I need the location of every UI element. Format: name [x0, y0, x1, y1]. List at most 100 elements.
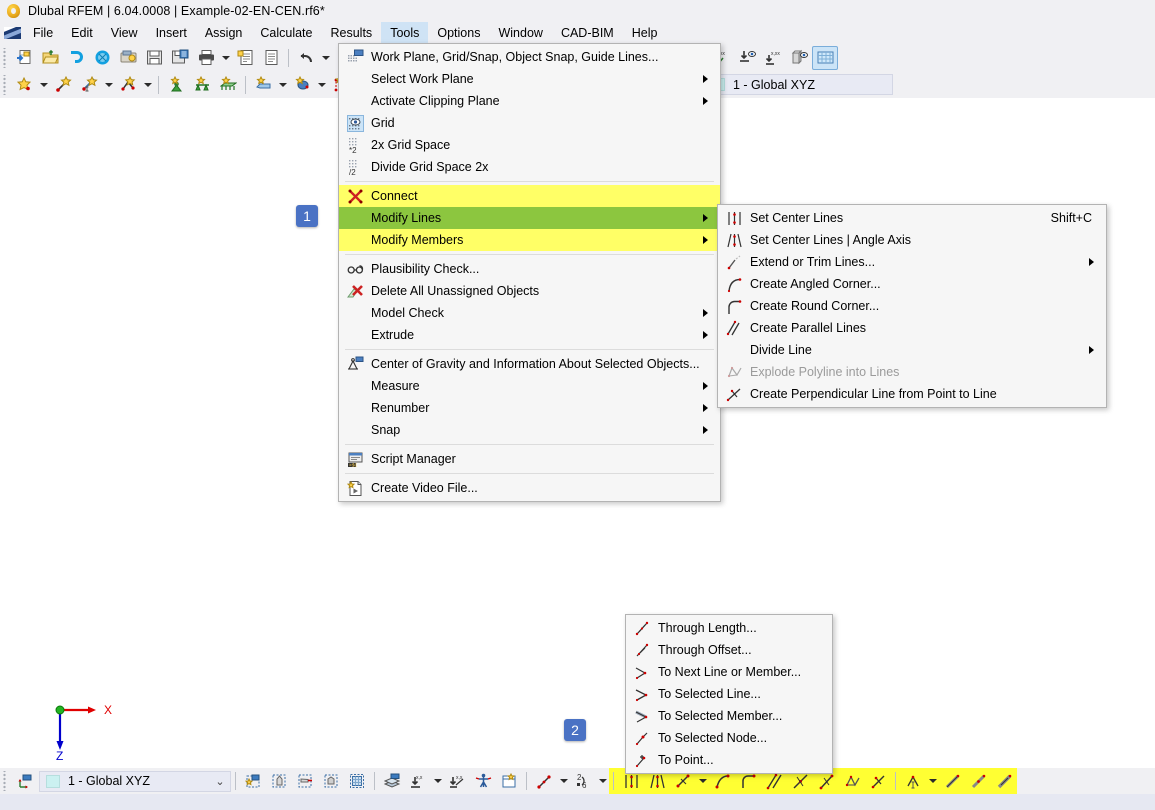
undo-icon[interactable] [293, 46, 319, 70]
lower-coords-icon[interactable]: x,xx [760, 46, 786, 70]
submenu-item-explode-polyline[interactable]: Explode Polyline into Lines [718, 361, 1106, 383]
solid-dropdown[interactable] [315, 73, 328, 97]
menu-item-center-of-gravity[interactable]: Center of Gravity and Information About … [339, 353, 720, 375]
menu-file[interactable]: File [24, 22, 62, 44]
new-line-dim-icon[interactable] [76, 73, 102, 97]
printout-report-icon[interactable] [232, 46, 258, 70]
save-icon[interactable] [141, 46, 167, 70]
menu-results[interactable]: Results [322, 22, 382, 44]
member-divide-2-icon[interactable] [965, 769, 991, 793]
line-dropdown[interactable] [102, 73, 115, 97]
menu-item-divide-grid-space[interactable]: /2 Divide Grid Space 2x [339, 156, 720, 178]
new-model-icon[interactable] [11, 46, 37, 70]
chevron-down-icon[interactable]: ⌄ [210, 775, 230, 788]
print-icon[interactable] [193, 46, 219, 70]
nodal-support-icon[interactable] [163, 73, 189, 97]
new-polyline-icon[interactable] [115, 73, 141, 97]
render-solid-icon[interactable] [786, 46, 812, 70]
menu-item-grid[interactable]: Grid [339, 112, 720, 134]
modify-member-icon[interactable] [900, 769, 926, 793]
point-dropdown[interactable] [557, 769, 570, 793]
new-line-icon[interactable] [50, 73, 76, 97]
submenu-item-create-perpendicular-line[interactable]: Create Perpendicular Line from Point to … [718, 383, 1106, 405]
toolbar-grip[interactable] [2, 75, 10, 95]
menu-item-activate-clipping-plane[interactable]: Activate Clipping Plane [339, 90, 720, 112]
menu-item-measure[interactable]: Measure [339, 375, 720, 397]
line-support-icon[interactable] [189, 73, 215, 97]
select-by-plane-icon[interactable] [292, 769, 318, 793]
menu-edit[interactable]: Edit [62, 22, 102, 44]
menu-item-select-work-plane[interactable]: Select Work Plane [339, 68, 720, 90]
menu-view[interactable]: View [102, 22, 147, 44]
modify-member-dropdown[interactable] [926, 769, 939, 793]
submenu-item-to-point[interactable]: To Point... [626, 749, 832, 771]
coord-system-icon-bottom[interactable] [11, 769, 37, 793]
new-solid-icon[interactable] [289, 73, 315, 97]
submenu-item-to-next-line-or-member[interactable]: To Next Line or Member... [626, 661, 832, 683]
submenu-item-set-center-lines[interactable]: Set Center Lines Shift+C [718, 207, 1106, 229]
menu-item-delete-unassigned[interactable]: Delete All Unassigned Objects [339, 280, 720, 302]
coordinate-system-combo-bottom[interactable]: 1 - Global XYZ ⌄ [39, 771, 231, 792]
menu-item-modify-members[interactable]: Modify Members [339, 229, 720, 251]
submenu-item-set-center-lines-angle-axis[interactable]: Set Center Lines | Angle Axis [718, 229, 1106, 251]
menu-window[interactable]: Window [489, 22, 551, 44]
reload-icon[interactable] [63, 46, 89, 70]
submenu-item-through-length[interactable]: Through Length... [626, 617, 832, 639]
menu-insert[interactable]: Insert [147, 22, 196, 44]
submenu-item-to-selected-line[interactable]: To Selected Line... [626, 683, 832, 705]
print-dropdown[interactable] [219, 46, 232, 70]
document-icon[interactable] [258, 46, 284, 70]
menu-item-model-check[interactable]: Model Check [339, 302, 720, 324]
menu-item-snap[interactable]: Snap [339, 419, 720, 441]
menu-item-2x-grid-space[interactable]: *2 2x Grid Space [339, 134, 720, 156]
submenu-item-through-offset[interactable]: Through Offset... [626, 639, 832, 661]
select-objects-icon[interactable] [240, 769, 266, 793]
menu-item-connect[interactable]: Connect [339, 185, 720, 207]
select-box-icon[interactable] [318, 769, 344, 793]
lower-node-icon[interactable] [734, 46, 760, 70]
layers-icon[interactable] [379, 769, 405, 793]
menu-options[interactable]: Options [428, 22, 489, 44]
menu-item-create-video-file[interactable]: Create Video File... [339, 477, 720, 499]
menu-item-modify-lines[interactable]: Modify Lines [339, 207, 720, 229]
save-all-icon[interactable] [167, 46, 193, 70]
member-divide-3-icon[interactable] [991, 769, 1017, 793]
new-node-icon[interactable] [11, 73, 37, 97]
member-divide-icon[interactable] [939, 769, 965, 793]
save-as-icon[interactable] [115, 46, 141, 70]
menu-item-plausibility-check[interactable]: Plausibility Check... [339, 258, 720, 280]
menu-tools[interactable]: Tools [381, 22, 428, 44]
menu-calculate[interactable]: Calculate [251, 22, 321, 44]
toolbar-grip[interactable] [2, 771, 10, 791]
menu-item-extrude[interactable]: Extrude [339, 324, 720, 346]
menu-cad-bim[interactable]: CAD-BIM [552, 22, 623, 44]
submenu-item-create-round-corner[interactable]: Create Round Corner... [718, 295, 1106, 317]
select-special-icon[interactable] [344, 769, 370, 793]
toolbar-grip[interactable] [2, 48, 10, 68]
visibility-icon[interactable] [470, 769, 496, 793]
render-model-icon[interactable] [89, 46, 115, 70]
lower-selection-icon[interactable]: x,x [405, 769, 431, 793]
menu-item-script-manager[interactable]: >$C Script Manager [339, 448, 720, 470]
explode-polyline-icon[interactable] [839, 769, 865, 793]
submenu-item-to-selected-node[interactable]: To Selected Node... [626, 727, 832, 749]
surface-dropdown[interactable] [276, 73, 289, 97]
select-single-icon[interactable] [266, 769, 292, 793]
set-point-icon[interactable] [531, 769, 557, 793]
submenu-item-create-angled-corner[interactable]: Create Angled Corner... [718, 273, 1106, 295]
menu-assign[interactable]: Assign [196, 22, 252, 44]
submenu-item-to-selected-member[interactable]: To Selected Member... [626, 705, 832, 727]
raise-selection-icon[interactable]: x,x [444, 769, 470, 793]
lower-dropdown[interactable] [431, 769, 444, 793]
surface-support-icon[interactable] [215, 73, 241, 97]
submenu-item-extend-or-trim-lines[interactable]: Extend or Trim Lines... [718, 251, 1106, 273]
create-perpendicular-line-icon[interactable] [865, 769, 891, 793]
open-folder-icon[interactable] [37, 46, 63, 70]
renumber-icon[interactable]: 26 [570, 769, 596, 793]
renumber-dropdown[interactable] [596, 769, 609, 793]
submenu-item-create-parallel-lines[interactable]: Create Parallel Lines [718, 317, 1106, 339]
undo-dropdown[interactable] [319, 46, 332, 70]
submenu-item-divide-line[interactable]: Divide Line [718, 339, 1106, 361]
polyline-dropdown[interactable] [141, 73, 154, 97]
coordinate-system-combo-top[interactable]: 1 - Global XYZ [704, 74, 893, 95]
